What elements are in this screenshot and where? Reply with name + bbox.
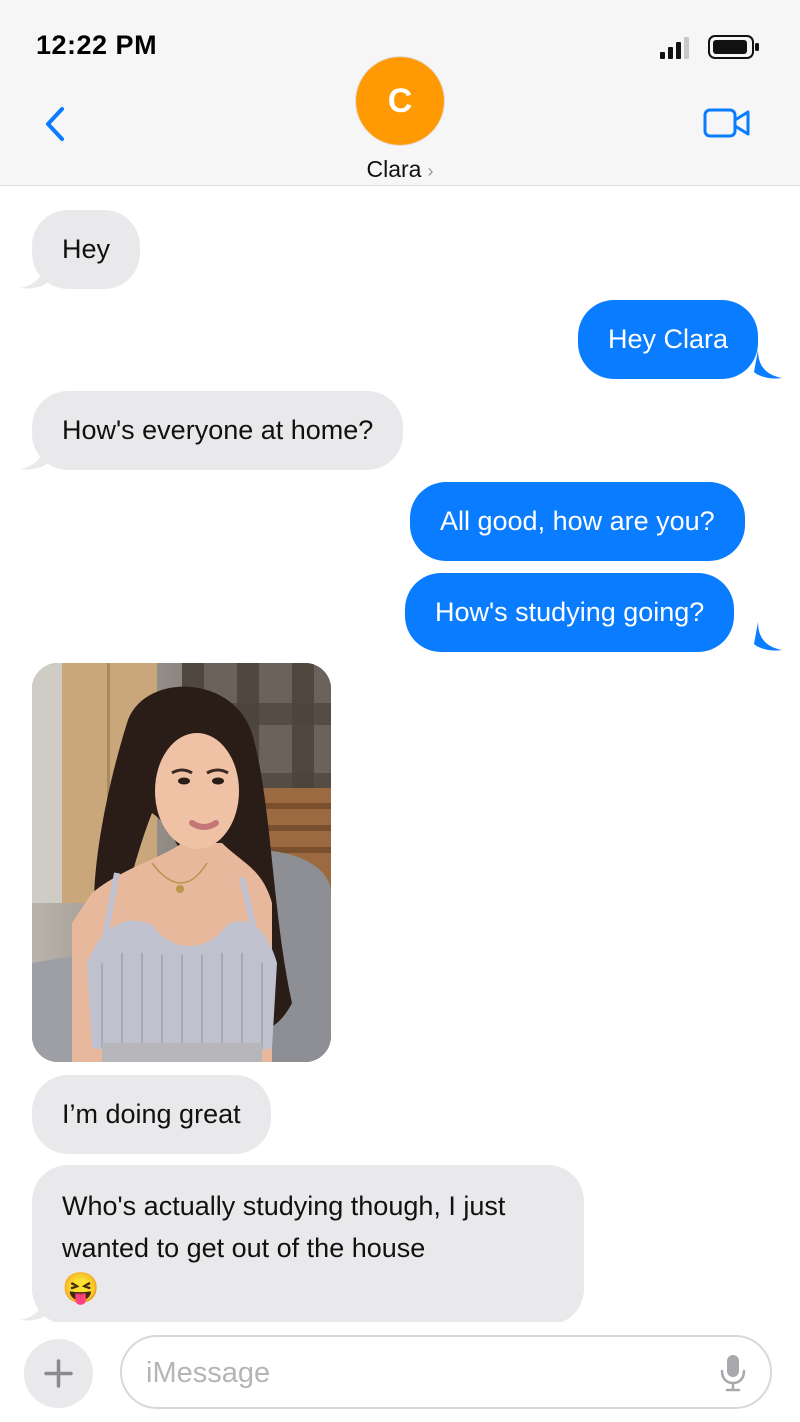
message-bubble-incoming[interactable]: I’m doing great [32, 1075, 271, 1154]
battery-icon [708, 35, 759, 59]
add-attachment-button[interactable] [24, 1339, 93, 1408]
plus-icon [44, 1359, 73, 1388]
message-text: How's studying going? [435, 597, 705, 627]
back-button[interactable] [40, 104, 70, 144]
message-text: I’m doing great [62, 1099, 241, 1129]
message-text: How's everyone at home? [62, 415, 374, 445]
compose-bar [0, 1322, 800, 1422]
chevron-right-icon: › [427, 161, 434, 181]
bubble-tail [754, 350, 782, 379]
message-input-container[interactable] [120, 1335, 772, 1409]
avatar-initial: C [387, 81, 413, 120]
video-call-button[interactable] [703, 106, 751, 140]
microphone-icon[interactable] [720, 1354, 746, 1392]
message-bubble-outgoing[interactable]: How's studying going? [405, 573, 735, 652]
contact-name-button[interactable]: Clara › [0, 156, 800, 183]
message-bubble-incoming[interactable]: Hey [32, 210, 141, 289]
message-bubble-incoming[interactable]: How's everyone at home? [32, 391, 404, 470]
emoji-squinting-tongue: 😝 [62, 1272, 100, 1305]
bubble-tail [754, 622, 782, 651]
status-time: 12:22 PM [36, 30, 158, 60]
message-bubble-incoming[interactable]: Who's actually studying though, I just w… [32, 1165, 584, 1325]
contact-avatar[interactable]: C [355, 56, 445, 146]
message-text: Who's actually studying though, I just w… [62, 1191, 506, 1263]
message-text: Hey [62, 234, 111, 264]
message-text: Hey Clara [608, 324, 729, 354]
photo-attachment[interactable] [32, 663, 331, 1062]
photo-image [32, 663, 331, 1062]
message-bubble-outgoing[interactable]: All good, how are you? [410, 482, 745, 561]
message-text: All good, how are you? [440, 506, 715, 536]
message-bubble-outgoing[interactable]: Hey Clara [578, 300, 759, 379]
cellular-signal-icon [660, 37, 689, 59]
contact-name: Clara [366, 156, 422, 182]
conversation-header: 12:22 PM C Clara › [0, 0, 800, 186]
message-input[interactable] [146, 1351, 686, 1395]
